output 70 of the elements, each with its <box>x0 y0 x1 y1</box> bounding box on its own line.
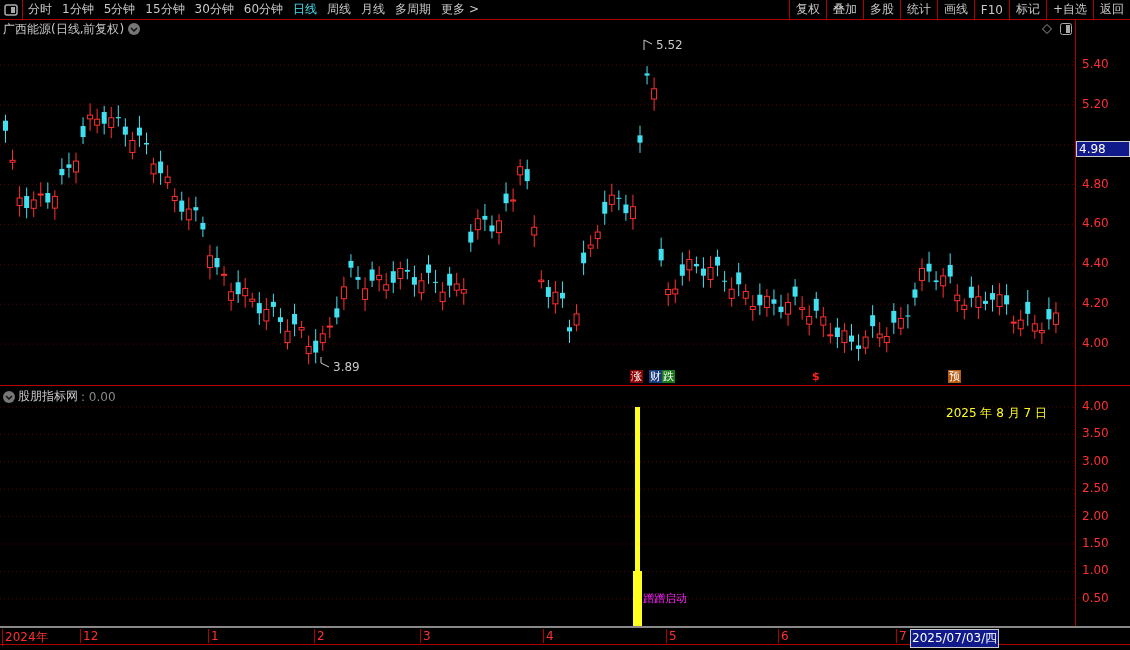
low-pointer-icon <box>320 356 330 368</box>
candlestick <box>9 149 16 171</box>
indicator-value: : 0.00 <box>81 389 116 404</box>
toolbar-button[interactable]: +自选 <box>1045 0 1093 19</box>
indicator-tick: 1.50 <box>1082 536 1109 550</box>
candlestick <box>144 132 149 155</box>
toolbar-button[interactable]: 多股 <box>862 0 900 19</box>
date-tick: 1 <box>208 629 219 643</box>
date-tick: 2 <box>314 629 325 643</box>
period-tab[interactable]: 30分钟 <box>189 0 239 19</box>
date-tick: 7 <box>896 629 907 643</box>
current-price-label: 4.98 <box>1076 140 1130 157</box>
date-tick: 2024年 <box>2 629 48 646</box>
low-price-label: 3.89 <box>333 360 360 374</box>
price-tick: 4.60 <box>1082 216 1109 231</box>
dropdown-icon[interactable] <box>3 390 15 403</box>
indicator-name: 股朋指标网 <box>18 388 78 405</box>
toolbar-button[interactable]: 返回 <box>1093 0 1130 19</box>
toolbar-button[interactable]: 复权 <box>788 0 826 19</box>
date-tick: 3 <box>420 629 431 643</box>
diamond-icon[interactable] <box>1042 24 1052 34</box>
dropdown-icon[interactable] <box>128 23 140 35</box>
toolbar-button[interactable]: 标记 <box>1008 0 1046 19</box>
price-tick: 4.80 <box>1082 176 1109 191</box>
indicator-tick: 0.50 <box>1082 590 1109 605</box>
period-tab[interactable]: 更多 > <box>436 0 484 19</box>
signal-label: 蹭蹭启动 <box>643 591 687 606</box>
period-tab[interactable]: 15分钟 <box>140 0 190 19</box>
high-pointer-icon <box>643 39 653 51</box>
indicator-tick: 2.00 <box>1082 508 1109 523</box>
period-tab[interactable]: 5分钟 <box>98 0 141 19</box>
period-tab[interactable]: 1分钟 <box>57 0 99 19</box>
toolbar-button[interactable]: 画线 <box>936 0 974 19</box>
event-marker[interactable]: 涨 <box>630 370 643 383</box>
toolbar-button[interactable]: 叠加 <box>825 0 863 19</box>
indicator-tick: 3.50 <box>1082 426 1109 441</box>
toolbar-button[interactable]: 统计 <box>899 0 937 19</box>
event-marker[interactable]: 跌 <box>662 370 675 383</box>
price-tick: 4.20 <box>1082 296 1109 311</box>
indicator-tick: 3.00 <box>1082 453 1109 468</box>
indicator-tick: 4.00 <box>1082 399 1109 413</box>
period-tab[interactable]: 多周期 <box>390 0 437 19</box>
event-marker[interactable]: $ <box>812 370 820 383</box>
period-tab[interactable]: 周线 <box>322 0 357 19</box>
price-tick: 4.40 <box>1082 256 1109 271</box>
date-tick: 6 <box>778 629 789 643</box>
chart-title: 广西能源(日线,前复权) <box>3 21 125 38</box>
high-price-label: 5.52 <box>656 38 683 52</box>
price-tick: 5.20 <box>1082 96 1109 111</box>
candlestick <box>637 125 643 154</box>
toolbar-button[interactable]: F10 <box>973 0 1009 19</box>
indicator-tick: 1.00 <box>1082 563 1109 578</box>
panel-toggle-icon[interactable] <box>1060 23 1072 35</box>
event-marker[interactable]: 预 <box>948 370 961 383</box>
period-tab[interactable]: 60分钟 <box>238 0 289 19</box>
price-tick: 5.40 <box>1082 57 1109 71</box>
candlestick <box>531 214 538 248</box>
candlestick <box>3 114 8 144</box>
indicator-tick: 2.50 <box>1082 481 1109 496</box>
period-tab[interactable]: 月线 <box>356 0 391 19</box>
date-label: 2025 年 8 月 7 日 <box>946 405 1047 422</box>
date-tick: 12 <box>80 629 99 643</box>
candlestick <box>658 237 664 268</box>
event-marker[interactable]: 财 <box>649 370 662 383</box>
period-tab[interactable]: 分时 <box>23 0 57 19</box>
cursor-date-label: 2025/07/03/四 <box>910 629 1000 648</box>
date-tick: 4 <box>543 629 554 643</box>
price-tick: 4.00 <box>1082 336 1109 350</box>
date-tick: 5 <box>666 629 677 643</box>
period-tab[interactable]: 日线 <box>288 0 323 19</box>
